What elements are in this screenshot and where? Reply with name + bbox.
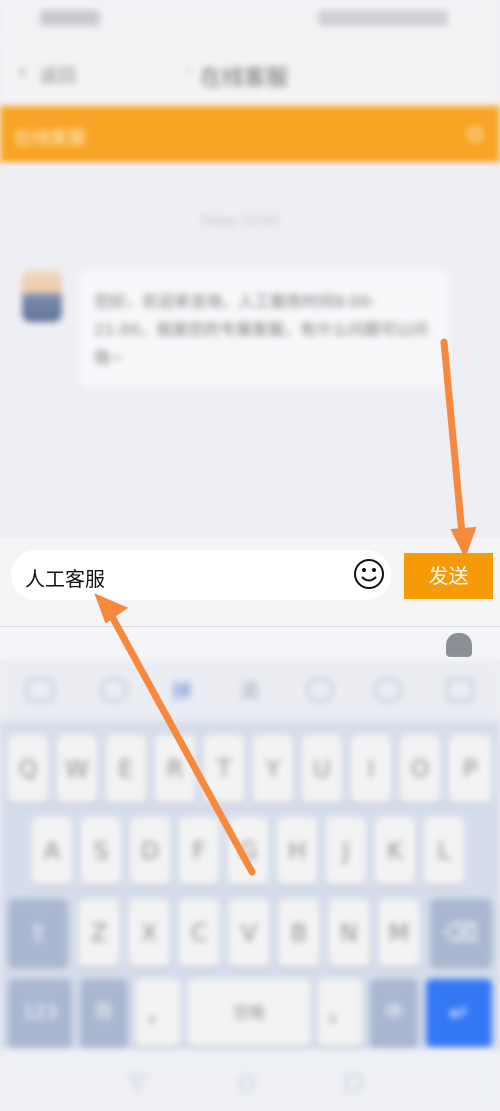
arrow-to-input	[106, 609, 256, 876]
annotation-arrows	[94, 338, 477, 876]
arrow-to-send	[440, 338, 466, 538]
arrow-to-send-head	[450, 526, 477, 559]
watermark-logo	[372, 1062, 496, 1106]
arrow-to-input-head	[94, 593, 129, 624]
